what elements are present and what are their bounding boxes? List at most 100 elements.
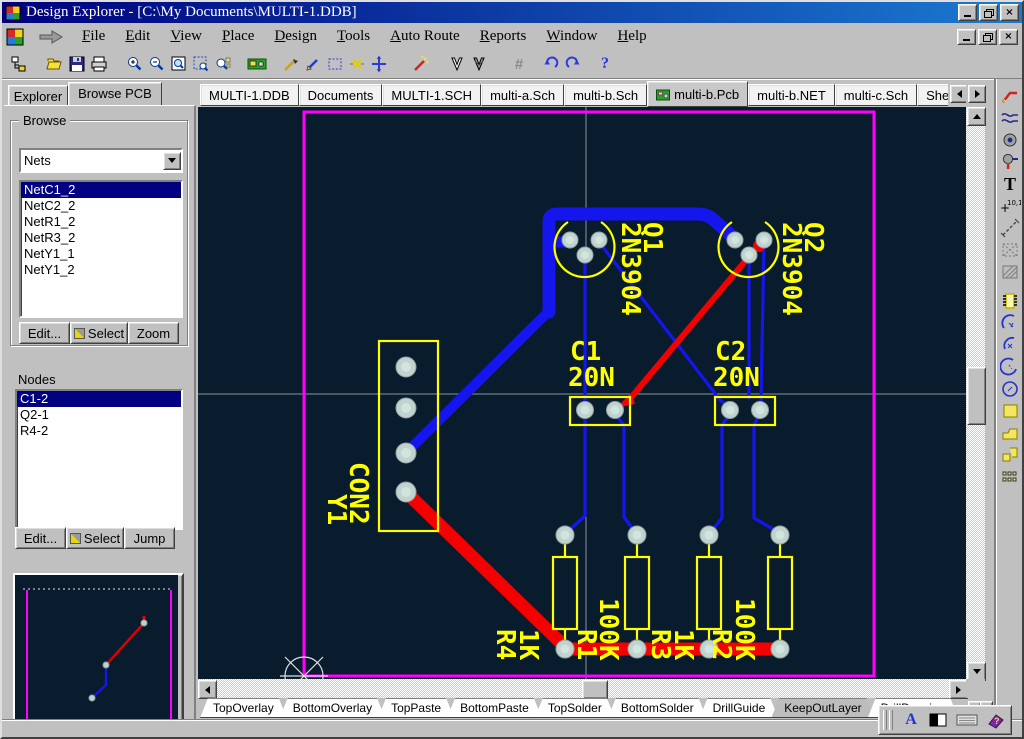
doc-tabs-scroll-left[interactable] bbox=[950, 85, 966, 103]
edit-button[interactable]: Edit... bbox=[19, 322, 70, 344]
doc-tab-multi-c-sch[interactable]: multi-c.Sch bbox=[835, 84, 917, 106]
net-netr1-2[interactable]: NetR1_2 bbox=[21, 214, 181, 230]
polygon-outline-icon[interactable] bbox=[446, 53, 468, 75]
wavy-lines-icon[interactable] bbox=[999, 108, 1021, 128]
restore-button[interactable] bbox=[979, 4, 998, 21]
zoom-window-icon[interactable] bbox=[168, 53, 190, 75]
doc-tab-sheet1-sch[interactable]: Sheet1.Sch bbox=[917, 84, 948, 106]
combo-dropdown-button[interactable] bbox=[163, 152, 181, 170]
help-book-icon[interactable]: ? bbox=[982, 709, 1010, 731]
layer-tab-topsolder[interactable]: TopSolder bbox=[535, 698, 615, 718]
layer-tab-bottomoverlay[interactable]: BottomOverlay bbox=[280, 698, 385, 718]
minimize-button[interactable] bbox=[958, 4, 977, 21]
select-button[interactable]: Select bbox=[70, 322, 128, 344]
vscroll-thumb[interactable] bbox=[967, 367, 986, 425]
select-button[interactable]: Select bbox=[66, 527, 124, 549]
edit-button[interactable]: Edit... bbox=[15, 527, 66, 549]
menu-help[interactable]: Help bbox=[607, 26, 656, 47]
layer-tab-bottompaste[interactable]: BottomPaste bbox=[447, 698, 542, 718]
vscroll-up-button[interactable] bbox=[967, 107, 986, 126]
nodes-list[interactable]: C1-2Q2-1R4-2 bbox=[15, 389, 183, 530]
doc-tab-multi-b-pcb[interactable]: multi-b.Pcb bbox=[647, 81, 748, 107]
tab-browse-pcb[interactable]: Browse PCB bbox=[68, 82, 162, 106]
net-netr3-2[interactable]: NetR3_2 bbox=[21, 230, 181, 246]
canvas-vscrollbar[interactable] bbox=[966, 107, 985, 679]
polygon-hatched-icon[interactable] bbox=[468, 53, 490, 75]
menu-tools[interactable]: Tools bbox=[327, 26, 380, 47]
doc-tab-multi-1-ddb[interactable]: MULTI-1.DDB bbox=[200, 84, 299, 106]
explorer-tree-icon[interactable] bbox=[8, 53, 30, 75]
pcb-canvas[interactable]: 2N3904Q12N3904Q2C120NC220NY1CON2R41KR110… bbox=[198, 107, 966, 679]
menu-design[interactable]: Design bbox=[264, 26, 327, 47]
polygon-plane-icon[interactable] bbox=[999, 423, 1021, 443]
keyboard-icon[interactable] bbox=[952, 709, 982, 731]
doc-tab-multi-a-sch[interactable]: multi-a.Sch bbox=[481, 84, 564, 106]
node-c1-2[interactable]: C1-2 bbox=[17, 391, 181, 407]
node-r4-2[interactable]: R4-2 bbox=[17, 423, 181, 439]
zoom-selection-icon[interactable] bbox=[212, 53, 234, 75]
jump-button[interactable]: Jump bbox=[124, 527, 175, 549]
net-netc1-2[interactable]: NetC1_2 bbox=[21, 182, 181, 198]
move-icon[interactable] bbox=[368, 53, 390, 75]
save-icon[interactable] bbox=[66, 53, 88, 75]
zoom-area-icon[interactable] bbox=[190, 53, 212, 75]
toggle-grid-icon[interactable]: # bbox=[508, 53, 530, 75]
redo-icon[interactable] bbox=[562, 53, 584, 75]
zoom-in-icon[interactable] bbox=[124, 53, 146, 75]
paste-array-icon[interactable] bbox=[999, 445, 1021, 465]
toolbar-grip[interactable] bbox=[889, 710, 893, 730]
hscroll-thumb[interactable] bbox=[582, 680, 608, 699]
rectangle-fill-icon[interactable] bbox=[999, 401, 1021, 421]
menu-view[interactable]: View bbox=[160, 26, 212, 47]
floating-toolbar[interactable]: A ? bbox=[878, 705, 1012, 735]
place-fill-icon[interactable] bbox=[999, 262, 1021, 282]
place-dimension-icon[interactable] bbox=[999, 218, 1021, 238]
undo-icon[interactable] bbox=[540, 53, 562, 75]
menu-edit[interactable]: Edit bbox=[115, 26, 160, 47]
canvas-hscrollbar[interactable] bbox=[198, 679, 966, 698]
doc-tabs-scroll-right[interactable] bbox=[968, 85, 986, 103]
zoom-button[interactable]: Zoom bbox=[128, 322, 179, 344]
place-string-icon[interactable]: T bbox=[999, 174, 1021, 194]
toolbar-grip[interactable] bbox=[883, 710, 887, 730]
clear-selection-icon[interactable] bbox=[346, 53, 368, 75]
doc-tab-documents[interactable]: Documents bbox=[299, 84, 383, 106]
help-icon[interactable]: ? bbox=[594, 53, 616, 75]
close-button[interactable]: × bbox=[1000, 4, 1019, 21]
net-nety1-2[interactable]: NetY1_2 bbox=[21, 262, 181, 278]
place-track-icon[interactable] bbox=[999, 86, 1021, 106]
menu-window[interactable]: Window bbox=[536, 26, 607, 47]
layer-tab-toppaste[interactable]: TopPaste bbox=[378, 698, 454, 718]
place-pad-icon[interactable] bbox=[999, 130, 1021, 150]
board-preview-icon[interactable] bbox=[246, 53, 268, 75]
net-nety1-1[interactable]: NetY1_1 bbox=[21, 246, 181, 262]
pad-array-icon[interactable] bbox=[999, 467, 1021, 487]
tab-explorer[interactable]: Explorer bbox=[8, 85, 68, 106]
open-icon[interactable] bbox=[44, 53, 66, 75]
layer-tab-keepoutlayer[interactable]: KeepOutLayer bbox=[771, 698, 874, 718]
menu-reports[interactable]: Reports bbox=[470, 26, 537, 47]
text-tool-a-icon[interactable]: A bbox=[898, 709, 924, 731]
doc-restore-button[interactable] bbox=[978, 29, 997, 45]
layer-tab-topoverlay[interactable]: TopOverlay bbox=[200, 698, 287, 718]
place-component-icon[interactable] bbox=[999, 291, 1021, 311]
place-room-icon[interactable] bbox=[999, 240, 1021, 260]
panel-toggle-icon[interactable] bbox=[924, 709, 952, 731]
doc-tab-multi-b-sch[interactable]: multi-b.Sch bbox=[564, 84, 647, 106]
arc-edge-icon[interactable] bbox=[999, 313, 1021, 333]
menu-auto-route[interactable]: Auto Route bbox=[380, 26, 470, 47]
hscroll-left-button[interactable] bbox=[198, 680, 217, 699]
app-logo-icon[interactable] bbox=[6, 28, 24, 46]
place-coordinate-icon[interactable]: +10,10 bbox=[999, 196, 1021, 216]
select-area-icon[interactable] bbox=[324, 53, 346, 75]
menu-file[interactable]: File bbox=[72, 26, 115, 47]
layer-tab-drillguide[interactable]: DrillGuide bbox=[700, 698, 779, 718]
full-circle-icon[interactable] bbox=[999, 379, 1021, 399]
node-q2-1[interactable]: Q2-1 bbox=[17, 407, 181, 423]
layer-tab-bottomsolder[interactable]: BottomSolder bbox=[608, 698, 707, 718]
nets-list[interactable]: NetC1_2NetC2_2NetR1_2NetR3_2NetY1_1NetY1… bbox=[19, 180, 183, 318]
print-icon[interactable] bbox=[88, 53, 110, 75]
menu-place[interactable]: Place bbox=[212, 26, 264, 47]
doc-tab-multi-1-sch[interactable]: MULTI-1.SCH bbox=[382, 84, 481, 106]
draw-tool-icon[interactable] bbox=[302, 53, 324, 75]
